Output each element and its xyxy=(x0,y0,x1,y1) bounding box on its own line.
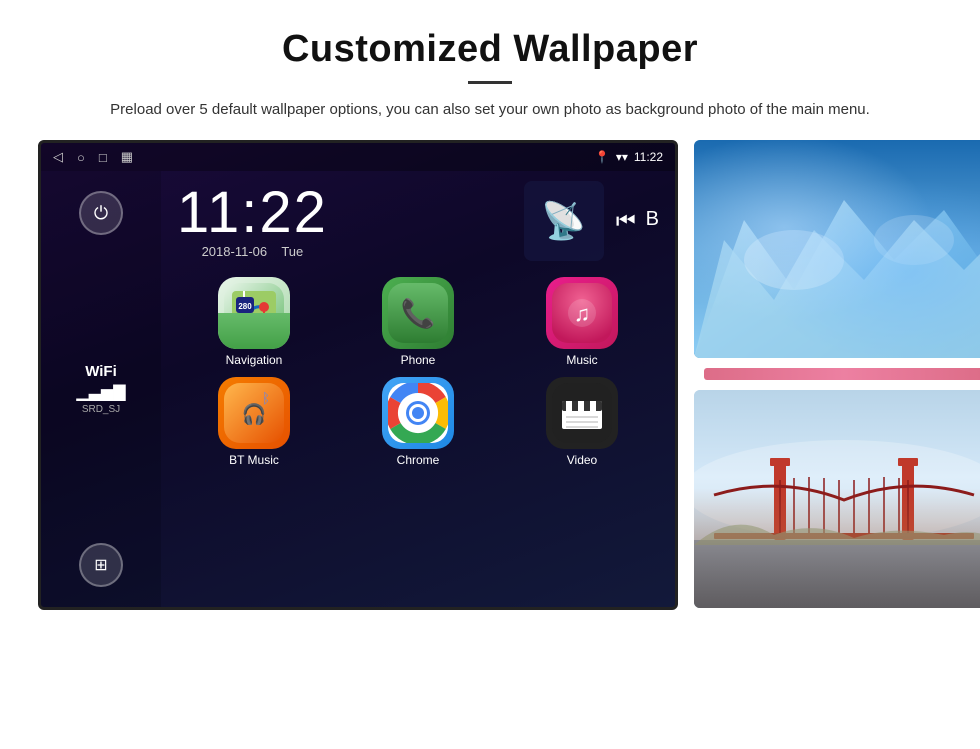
screen-main: 11:22 2018-11-06 Tue 📡 xyxy=(161,171,675,607)
music-icon: ♫ xyxy=(546,277,618,349)
app-grid: 280 Navigation xyxy=(161,267,675,477)
app-video[interactable]: Video xyxy=(505,377,659,467)
main-content: ◁ ○ □ ▦ 📍 ▾▾ 11:22 ⏻ xyxy=(0,140,980,610)
screen-body: ⏻ WiFi ▁▃▅▇ SRD_SJ ⊞ xyxy=(41,171,675,607)
app-phone[interactable]: 📞 Phone xyxy=(341,277,495,367)
status-bar: ◁ ○ □ ▦ 📍 ▾▾ 11:22 xyxy=(41,143,675,171)
prev-track-icon[interactable]: ⏮ xyxy=(616,208,636,234)
app-navigation[interactable]: 280 Navigation xyxy=(177,277,331,367)
bt-music-icon: 🎧 ᛒ xyxy=(218,377,290,449)
wallpaper-stack xyxy=(694,140,980,608)
wallpaper-peek xyxy=(704,368,980,380)
wifi-media-icon: 📡 xyxy=(541,200,586,242)
bt-music-label: BT Music xyxy=(229,453,279,467)
power-icon: ⏻ xyxy=(94,203,108,224)
header-section: Customized Wallpaper Preload over 5 defa… xyxy=(0,0,980,140)
chrome-icon xyxy=(382,377,454,449)
clock-area: 11:22 2018-11-06 Tue 📡 xyxy=(161,171,675,267)
clock-time: 11:22 xyxy=(177,184,328,242)
back-icon[interactable]: ◁ xyxy=(53,149,63,165)
sidebar: ⏻ WiFi ▁▃▅▇ SRD_SJ ⊞ xyxy=(41,171,161,607)
power-button[interactable]: ⏻ xyxy=(79,191,123,235)
navigation-icon: 280 xyxy=(218,277,290,349)
nav-app-svg: 280 xyxy=(224,283,284,343)
wifi-label: WiFi xyxy=(76,363,125,380)
clock-date: 2018-11-06 Tue xyxy=(177,244,328,259)
android-screen: ◁ ○ □ ▦ 📍 ▾▾ 11:22 ⏻ xyxy=(38,140,678,610)
location-icon: 📍 xyxy=(595,150,610,164)
app-music[interactable]: ♫ Music xyxy=(505,277,659,367)
media-controls: ⏮ B xyxy=(616,208,659,234)
clock-date-value: 2018-11-06 xyxy=(202,244,268,259)
wifi-ssid: SRD_SJ xyxy=(76,404,125,415)
phone-label: Phone xyxy=(401,353,436,367)
header-description: Preload over 5 default wallpaper options… xyxy=(60,98,920,122)
navigation-label: Navigation xyxy=(226,353,283,367)
wifi-info: WiFi ▁▃▅▇ SRD_SJ xyxy=(76,363,125,415)
svg-text:280: 280 xyxy=(238,302,252,311)
media-icon: 📡 xyxy=(524,181,604,261)
phone-icon: 📞 xyxy=(382,277,454,349)
wifi-bars: ▁▃▅▇ xyxy=(76,382,125,402)
wallpaper-ice[interactable] xyxy=(694,140,980,358)
svg-text:📞: 📞 xyxy=(401,295,436,330)
chrome-app-svg xyxy=(388,383,448,443)
divider xyxy=(468,81,512,84)
status-icons: 📍 ▾▾ 11:22 xyxy=(595,150,663,164)
screenshot-icon[interactable]: ▦ xyxy=(121,149,133,165)
recent-icon[interactable]: □ xyxy=(99,150,107,165)
clock-display: 11:22 2018-11-06 Tue xyxy=(177,184,328,259)
music-app-svg: ♫ xyxy=(552,283,612,343)
music-label: Music xyxy=(566,353,597,367)
track-label: B xyxy=(646,208,659,234)
phone-app-svg: 📞 xyxy=(388,283,448,343)
page-container: Customized Wallpaper Preload over 5 defa… xyxy=(0,0,980,610)
bt-app-svg: 🎧 ᛒ xyxy=(224,383,284,443)
bridge-wallpaper-svg xyxy=(694,390,980,608)
chrome-label: Chrome xyxy=(397,453,440,467)
app-bt-music[interactable]: 🎧 ᛒ BT Music xyxy=(177,377,331,467)
apps-button[interactable]: ⊞ xyxy=(79,543,123,587)
video-label: Video xyxy=(567,453,597,467)
svg-text:ᛒ: ᛒ xyxy=(262,390,270,406)
video-app-svg xyxy=(552,383,612,443)
nav-icons: ◁ ○ □ ▦ xyxy=(53,149,133,165)
video-icon xyxy=(546,377,618,449)
app-chrome[interactable]: Chrome xyxy=(341,377,495,467)
home-icon[interactable]: ○ xyxy=(77,150,85,165)
status-time: 11:22 xyxy=(634,150,663,164)
ice-wallpaper-svg xyxy=(694,140,980,358)
svg-text:♫: ♫ xyxy=(574,301,591,326)
apps-grid-icon: ⊞ xyxy=(94,555,107,575)
media-area: 📡 ⏮ B xyxy=(524,181,659,261)
page-title: Customized Wallpaper xyxy=(60,28,920,71)
wallpaper-bridge[interactable] xyxy=(694,390,980,608)
clock-day: Tue xyxy=(281,244,303,259)
wifi-icon: ▾▾ xyxy=(616,150,628,164)
